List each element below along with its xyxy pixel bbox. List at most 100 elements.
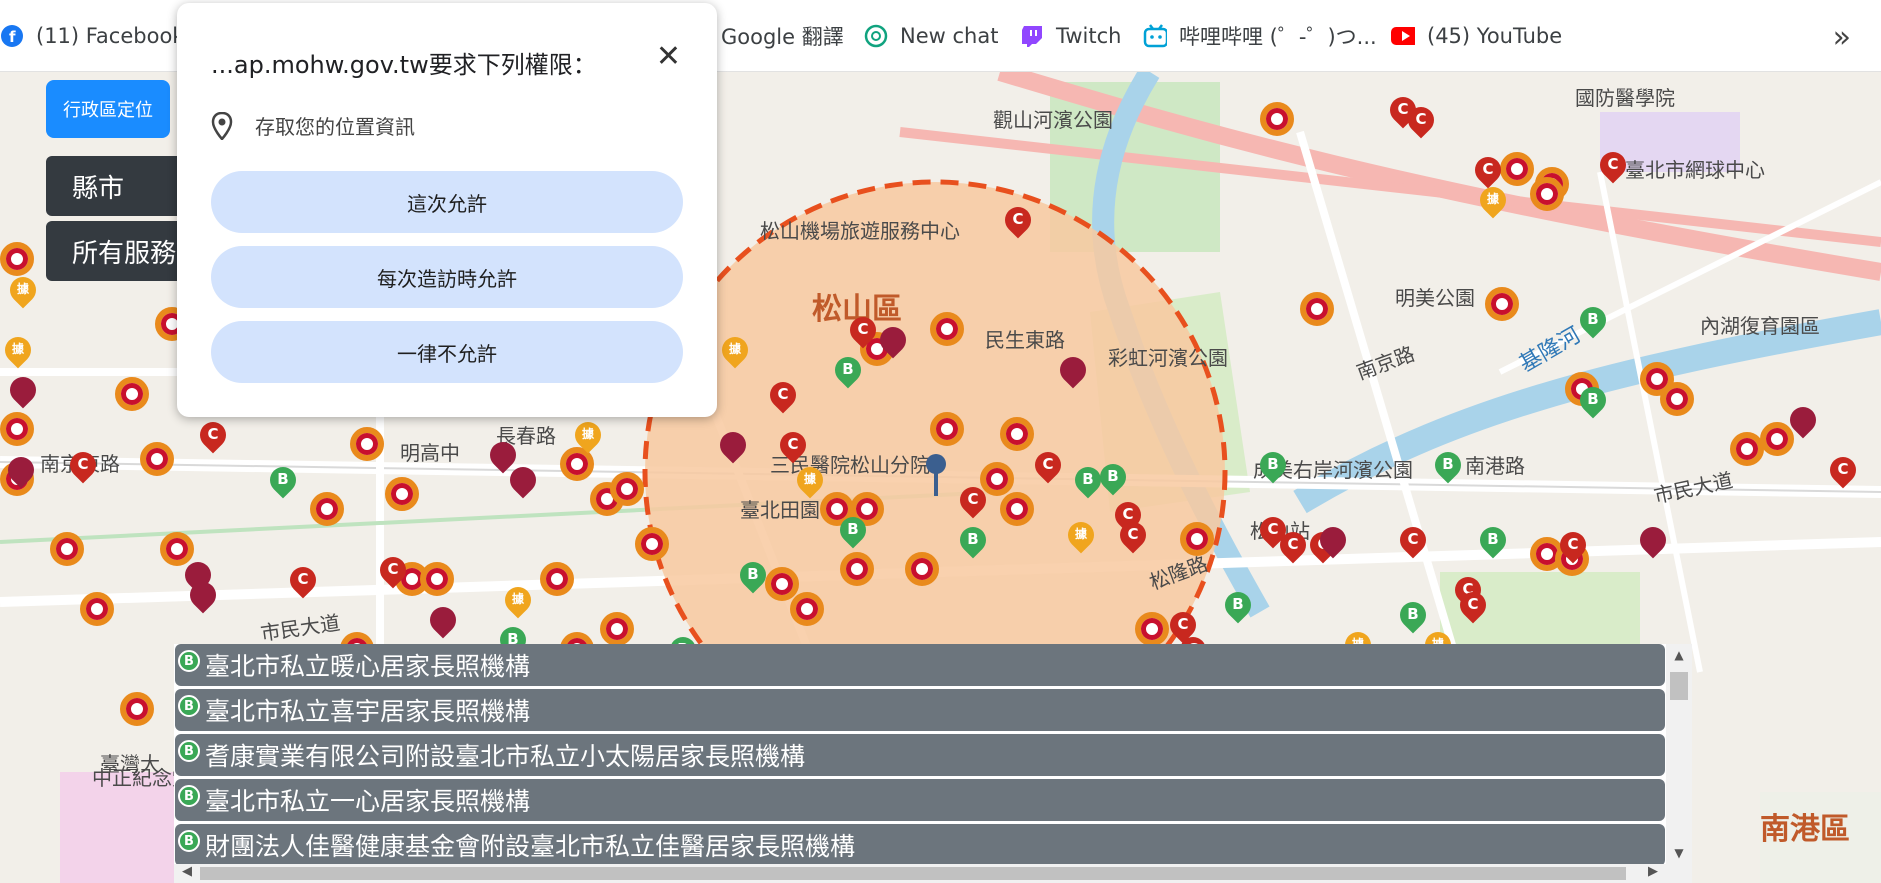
map-pin-marker[interactable]: C	[1114, 516, 1152, 556]
care-facility-marker[interactable]	[0, 412, 34, 446]
map-pin-marker[interactable]: B	[264, 461, 302, 501]
care-facility-marker[interactable]	[1000, 417, 1034, 451]
map-pin-marker[interactable]: 據	[569, 416, 607, 456]
horizontal-scrollbar[interactable]: ◀ ▶	[174, 864, 1692, 883]
map-pin-marker[interactable]: B	[1094, 458, 1132, 498]
care-facility-marker[interactable]	[50, 532, 84, 566]
care-facility-marker[interactable]	[385, 477, 419, 511]
bookmark-twitch[interactable]: Twitch	[1020, 22, 1121, 50]
map-pin-marker[interactable]	[1314, 521, 1352, 561]
map-pin-marker[interactable]: B	[1574, 301, 1612, 341]
care-facility-marker[interactable]	[350, 427, 384, 461]
map-pin-marker[interactable]: C	[374, 551, 412, 591]
map-pin-marker[interactable]: C	[1469, 151, 1507, 191]
city-select[interactable]: 縣市	[46, 156, 196, 216]
vertical-scrollbar[interactable]: ▲ ▼	[1666, 644, 1692, 864]
care-facility-marker[interactable]	[540, 562, 574, 596]
map-pin-marker[interactable]: 據	[4, 271, 42, 311]
list-item[interactable]: B 臺北市私立喜宇居家長照機構	[175, 689, 1665, 731]
map-pin-marker[interactable]	[1634, 521, 1672, 561]
map-pin-marker[interactable]: C	[1454, 586, 1492, 626]
map-pin-marker[interactable]: C	[774, 426, 812, 466]
scrollbar-thumb[interactable]	[1670, 672, 1688, 700]
scroll-left-icon[interactable]: ◀	[182, 864, 192, 879]
care-facility-marker[interactable]	[1180, 522, 1214, 556]
map-pin-marker[interactable]: C	[1402, 101, 1440, 141]
deny-button[interactable]: 一律不允許	[211, 321, 683, 383]
map-pin-marker[interactable]: B	[1254, 446, 1292, 486]
care-facility-marker[interactable]	[610, 472, 644, 506]
map-pin-marker[interactable]: C	[1394, 521, 1432, 561]
care-facility-marker[interactable]	[0, 242, 34, 276]
bookmark-bilibili[interactable]: 哔哩哔哩 (゜-゜)つ...	[1143, 22, 1377, 50]
care-facility-marker[interactable]	[1300, 292, 1334, 326]
care-facility-marker[interactable]	[1135, 612, 1169, 646]
bookmark-youtube[interactable]: (45) YouTube	[1391, 22, 1562, 50]
map-pin-marker[interactable]: B	[954, 521, 992, 561]
map-pin-marker[interactable]: B	[734, 556, 772, 596]
care-facility-marker[interactable]	[80, 592, 114, 626]
care-facility-marker[interactable]	[160, 532, 194, 566]
care-facility-marker[interactable]	[120, 692, 154, 726]
scroll-right-icon[interactable]: ▶	[1648, 864, 1658, 879]
care-facility-marker[interactable]	[310, 492, 344, 526]
map-pin-marker[interactable]	[874, 321, 912, 361]
care-facility-marker[interactable]	[840, 552, 874, 586]
map-pin-marker[interactable]: 據	[716, 331, 754, 371]
care-facility-marker[interactable]	[1500, 152, 1534, 186]
map-pin-marker[interactable]: 據	[1474, 181, 1512, 221]
map-pin-marker[interactable]: C	[1274, 526, 1312, 566]
map-pin-marker[interactable]: C	[1594, 146, 1632, 186]
map-pin-marker[interactable]: C	[844, 311, 882, 351]
map-pin-marker[interactable]: C	[194, 416, 232, 456]
map-pin-marker[interactable]: 據	[0, 331, 37, 371]
care-facility-marker[interactable]	[115, 377, 149, 411]
care-facility-marker[interactable]	[1000, 492, 1034, 526]
list-item[interactable]: B 臺北市私立一心居家長照機構	[175, 779, 1665, 821]
map-pin-marker[interactable]: 據	[499, 581, 537, 621]
scrollbar-thumb[interactable]	[200, 867, 1626, 880]
map-pin-marker[interactable]	[4, 371, 42, 411]
map-pin-marker[interactable]: B	[829, 351, 867, 391]
map-pin-marker[interactable]	[1784, 401, 1822, 441]
list-item[interactable]: B 臺北市私立暖心居家長照機構	[175, 644, 1665, 686]
map-pin-marker[interactable]: C	[64, 446, 102, 486]
close-icon[interactable]: ✕	[656, 39, 681, 74]
map-pin-marker[interactable]: B	[1429, 446, 1467, 486]
map-pin-marker[interactable]: C	[284, 561, 322, 601]
map-pin-marker[interactable]: C	[1824, 451, 1862, 491]
care-facility-marker[interactable]	[1660, 382, 1694, 416]
care-facility-marker[interactable]	[930, 312, 964, 346]
care-facility-marker[interactable]	[1530, 177, 1564, 211]
map-pin-marker[interactable]	[714, 426, 752, 466]
scroll-down-icon[interactable]: ▼	[1666, 846, 1692, 860]
map-pin-marker[interactable]: B	[1474, 521, 1512, 561]
map-pin-marker[interactable]: B	[1219, 586, 1257, 626]
map-pin-marker[interactable]: C	[1029, 446, 1067, 486]
allow-always-button[interactable]: 每次造訪時允許	[211, 246, 683, 308]
map-pin-marker[interactable]: B	[1069, 461, 1107, 501]
map-pin-marker[interactable]: 據	[1062, 516, 1100, 556]
care-facility-marker[interactable]	[140, 442, 174, 476]
map-pin-marker[interactable]: C	[999, 201, 1037, 241]
map-pin-marker[interactable]: B	[1574, 381, 1612, 421]
map-pin-marker[interactable]: C	[1554, 526, 1592, 566]
map-pin-marker[interactable]	[2, 451, 40, 491]
service-select[interactable]: 所有服務	[46, 221, 196, 281]
care-facility-marker[interactable]	[930, 412, 964, 446]
care-facility-marker[interactable]	[905, 552, 939, 586]
care-facility-marker[interactable]	[1485, 287, 1519, 321]
scroll-up-icon[interactable]: ▲	[1666, 648, 1692, 662]
map-pin-marker[interactable]: C	[764, 376, 802, 416]
map-pin-marker[interactable]	[504, 461, 542, 501]
bookmarks-overflow-button[interactable]: »	[1833, 20, 1851, 55]
map-pin-marker[interactable]: B	[1394, 596, 1432, 636]
care-facility-marker[interactable]	[1760, 422, 1794, 456]
list-item[interactable]: B 財團法人佳醫健康基金會附設臺北市私立佳醫居家長照機構	[175, 824, 1665, 866]
list-item[interactable]: B 耆康實業有限公司附設臺北市私立小太陽居家長照機構	[175, 734, 1665, 776]
care-facility-marker[interactable]	[635, 527, 669, 561]
map-pin-marker[interactable]: B	[834, 511, 872, 551]
care-facility-marker[interactable]	[1730, 432, 1764, 466]
map-pin-marker[interactable]	[184, 576, 222, 616]
care-facility-marker[interactable]	[600, 612, 634, 646]
